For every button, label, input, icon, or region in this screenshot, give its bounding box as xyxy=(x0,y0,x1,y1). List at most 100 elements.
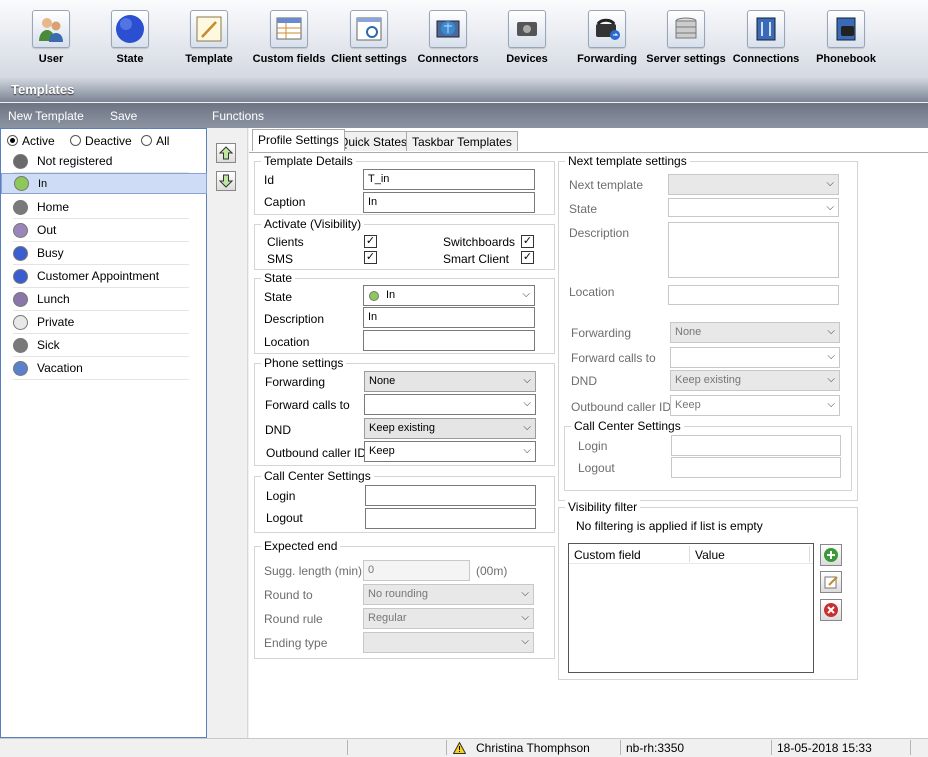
list-item[interactable]: Lunch xyxy=(13,288,189,311)
user-icon xyxy=(32,10,70,48)
location-label: Location xyxy=(264,335,310,349)
state-select[interactable]: In ⌵ xyxy=(363,285,535,306)
sugg-length-input[interactable]: 0 xyxy=(363,560,470,581)
outbound-select[interactable]: Keep ⌵ xyxy=(364,441,536,462)
list-item[interactable]: Customer Appointment xyxy=(13,265,189,288)
tab-quick-states[interactable]: Quick States xyxy=(333,131,414,151)
server-settings-button[interactable]: Server settings xyxy=(646,10,726,72)
list-item[interactable]: Private xyxy=(13,311,189,334)
connectors-button[interactable]: Connectors xyxy=(417,10,479,72)
next-location-input[interactable] xyxy=(668,285,839,305)
caption-input[interactable]: In xyxy=(363,192,535,213)
logout-label: Logout xyxy=(266,511,303,525)
next-description-input[interactable] xyxy=(668,222,839,278)
custom-fields-button[interactable]: Custom fields xyxy=(253,10,325,72)
next-template-select[interactable]: ⌵ xyxy=(668,174,839,195)
group-title: Expected end xyxy=(261,539,341,553)
id-label: Id xyxy=(264,173,275,187)
list-item[interactable]: Out xyxy=(13,219,189,242)
delete-filter-button[interactable] xyxy=(820,599,842,621)
custom-fields-label: Custom fields xyxy=(252,53,326,65)
list-item[interactable]: Vacation xyxy=(13,357,189,380)
filter-deactive-radio[interactable]: Deactive xyxy=(70,134,132,148)
edit-filter-button[interactable] xyxy=(820,571,842,593)
login-input[interactable] xyxy=(365,485,536,506)
next-outbound-select[interactable]: Keep ⌵ xyxy=(670,395,840,416)
filter-all-radio[interactable]: All xyxy=(141,134,169,148)
filter-table-header: Custom field Value xyxy=(569,544,813,564)
filter-active-radio[interactable]: Active xyxy=(7,134,55,148)
col-custom-field[interactable]: Custom field xyxy=(574,548,641,562)
menu-bar: New Template Save Functions xyxy=(0,103,928,128)
phone-settings-group: Phone settings Forwarding None ⌵ Forward … xyxy=(254,356,555,466)
clients-checkbox[interactable]: ✓ xyxy=(364,235,377,248)
move-down-button[interactable] xyxy=(216,171,236,191)
forwarding-button[interactable]: Forwarding xyxy=(577,10,637,72)
caption-label: Caption xyxy=(264,195,306,209)
list-item[interactable]: Not registered xyxy=(13,150,189,173)
location-input[interactable] xyxy=(363,330,535,351)
devices-icon xyxy=(508,10,546,48)
list-item[interactable]: In xyxy=(1,173,207,194)
forward-calls-select[interactable]: ⌵ xyxy=(364,394,536,415)
status-filter: Active Deactive All xyxy=(7,134,169,148)
smart-client-checkbox[interactable]: ✓ xyxy=(521,251,534,264)
client-settings-button[interactable]: Client settings xyxy=(331,10,407,72)
logout-input[interactable] xyxy=(365,508,536,529)
template-button[interactable]: Template xyxy=(185,10,233,72)
sms-checkbox[interactable]: ✓ xyxy=(364,251,377,264)
state-dot-icon xyxy=(13,360,28,376)
forwarding-select[interactable]: None ⌵ xyxy=(364,371,536,392)
list-item[interactable]: Home xyxy=(13,196,189,219)
new-template-button[interactable]: New Template xyxy=(8,109,84,123)
next-forward-calls-select[interactable]: ⌵ xyxy=(670,347,840,368)
connections-button[interactable]: Connections xyxy=(733,10,799,72)
next-dnd-select[interactable]: Keep existing ⌵ xyxy=(670,370,840,391)
devices-button[interactable]: Devices xyxy=(506,10,548,72)
phonebook-icon xyxy=(827,10,865,48)
next-state-select[interactable]: ⌵ xyxy=(668,198,839,217)
group-title: Phone settings xyxy=(261,356,347,370)
switchboards-checkbox[interactable]: ✓ xyxy=(521,235,534,248)
user-button[interactable]: User xyxy=(32,10,70,72)
id-input[interactable]: T_in xyxy=(363,169,535,190)
col-value[interactable]: Value xyxy=(695,548,725,562)
tab-taskbar-templates[interactable]: Taskbar Templates xyxy=(406,131,518,151)
round-rule-select[interactable]: Regular ⌵ xyxy=(363,608,534,629)
next-template-label: Next template xyxy=(569,178,644,192)
page-title-bar: Templates xyxy=(0,78,928,102)
description-label: Description xyxy=(264,312,325,326)
round-to-select[interactable]: No rounding ⌵ xyxy=(363,584,534,605)
state-dot-icon xyxy=(13,222,28,238)
filter-table[interactable]: Custom field Value xyxy=(568,543,814,673)
round-rule-label: Round rule xyxy=(264,612,323,626)
move-up-button[interactable] xyxy=(216,143,236,163)
list-item[interactable]: Busy xyxy=(13,242,189,265)
functions-menu[interactable]: Functions xyxy=(212,109,264,123)
state-group: State State In ⌵ Description In Location xyxy=(254,271,555,354)
state-dot-icon xyxy=(13,337,28,353)
next-login-input[interactable] xyxy=(671,435,841,456)
next-logout-input[interactable] xyxy=(671,457,841,478)
tab-profile-settings[interactable]: Profile Settings xyxy=(252,129,345,151)
add-filter-button[interactable] xyxy=(820,544,842,566)
state-dot-icon xyxy=(13,291,28,307)
status-datetime: 18-05-2018 15:33 xyxy=(777,741,872,755)
dnd-select[interactable]: Keep existing ⌵ xyxy=(364,418,536,439)
round-to-label: Round to xyxy=(264,588,313,602)
delete-icon xyxy=(824,603,838,617)
next-forwarding-select[interactable]: None ⌵ xyxy=(670,322,840,343)
next-state-label: State xyxy=(569,202,598,216)
state-dot-icon xyxy=(13,199,28,215)
list-item[interactable]: Sick xyxy=(13,334,189,357)
group-title: Next template settings xyxy=(565,154,690,168)
save-button[interactable]: Save xyxy=(110,109,137,123)
description-input[interactable]: In xyxy=(363,307,535,328)
custom-fields-icon xyxy=(270,10,308,48)
state-button[interactable]: State xyxy=(111,10,149,72)
ending-type-select[interactable]: ⌵ xyxy=(363,632,534,653)
expected-end-group: Expected end Sugg. length (min) 0 (00m) … xyxy=(254,539,555,659)
phonebook-button[interactable]: Phonebook xyxy=(816,10,876,72)
next-description-label: Description xyxy=(569,226,630,240)
state-dot-icon xyxy=(369,291,379,301)
